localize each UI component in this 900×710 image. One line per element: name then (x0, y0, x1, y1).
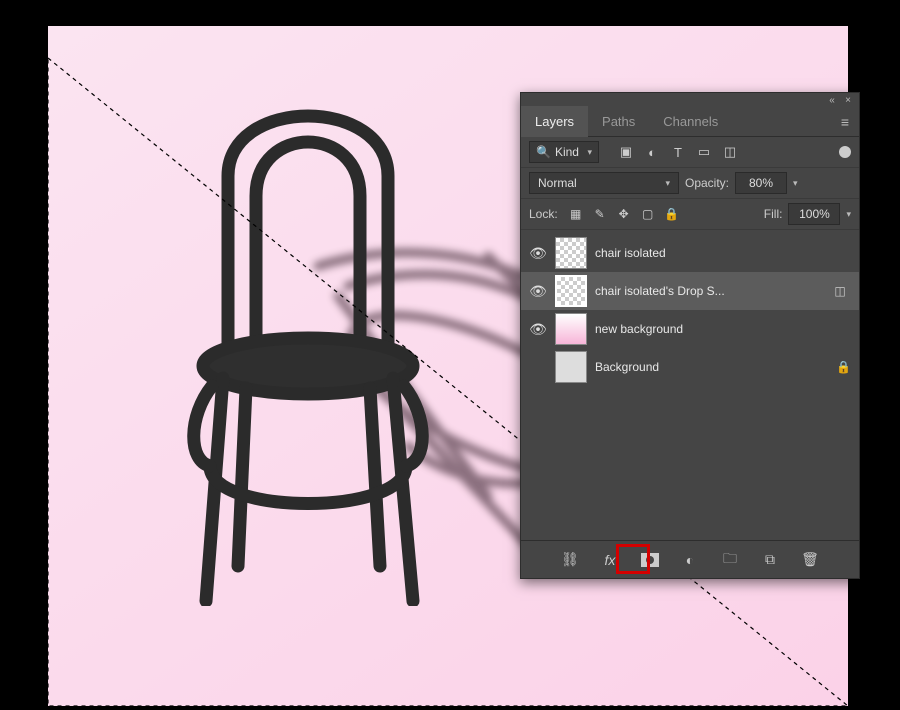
layer-row[interactable]: 👁 Background 🔒 (521, 348, 859, 386)
tutorial-highlight (616, 544, 650, 574)
layer-name[interactable]: chair isolated (595, 246, 851, 260)
lock-row: Lock: ▦ ✎ ✥ ▢ 🔒 Fill: 100% ▾ (521, 199, 859, 230)
collapse-icon[interactable]: « (827, 95, 837, 105)
chevron-down-icon: ▾ (665, 178, 670, 189)
visibility-toggle-icon[interactable]: 👁 (529, 321, 547, 338)
fill-value-box[interactable]: 100% (788, 203, 840, 225)
layer-row[interactable]: 👁 chair isolated (521, 234, 859, 272)
lock-artboard-icon[interactable]: ▢ (640, 206, 656, 222)
layer-thumbnail[interactable] (555, 237, 587, 269)
delete-layer-icon[interactable]: 🗑 (799, 549, 821, 571)
layer-name[interactable]: Background (595, 360, 828, 374)
visibility-toggle-icon[interactable]: 👁 (529, 283, 547, 300)
chevron-down-icon: ▾ (587, 147, 592, 158)
blend-mode-row: Normal ▾ Opacity: 80% ▾ (521, 168, 859, 199)
blend-mode-value: Normal (538, 176, 577, 190)
opacity-value-box[interactable]: 80% (735, 172, 787, 194)
filter-adjustment-icon[interactable]: ◐ (643, 143, 661, 161)
layer-name[interactable]: chair isolated's Drop S... (595, 284, 821, 298)
layer-filter-row: 🔍 Kind ▾ ▣ ◐ T ▭ ◫ (521, 137, 859, 168)
tab-paths[interactable]: Paths (588, 106, 649, 137)
lock-all-icon[interactable]: 🔒 (664, 206, 680, 222)
visibility-toggle-icon[interactable]: 👁 (529, 245, 547, 262)
filter-shape-icon[interactable]: ▭ (695, 143, 713, 161)
layer-thumbnail[interactable] (555, 275, 587, 307)
lock-position-icon[interactable]: ✥ (616, 206, 632, 222)
filter-image-icon[interactable]: ▣ (617, 143, 635, 161)
smart-object-badge-icon: ◫ (829, 284, 851, 298)
layer-list: 👁 chair isolated 👁 chair isolated's Drop… (521, 230, 859, 390)
filter-type-icon[interactable]: T (669, 143, 687, 161)
filter-kind-label: Kind (555, 145, 579, 159)
tab-channels[interactable]: Channels (649, 106, 732, 137)
chevron-down-icon[interactable]: ▾ (846, 209, 851, 220)
filter-smart-icon[interactable]: ◫ (721, 143, 739, 161)
tab-layers[interactable]: Layers (521, 106, 588, 137)
chevron-down-icon[interactable]: ▾ (793, 178, 798, 189)
panel-topbar: « × (521, 93, 859, 107)
filter-toggle-icon[interactable] (839, 146, 851, 158)
layers-panel: « × Layers Paths Channels ≡ 🔍 Kind ▾ ▣ ◐… (520, 92, 860, 579)
panel-tabs: Layers Paths Channels ≡ (521, 107, 859, 137)
panel-footer: ⛓ fx ◐ 🗀 ⧉ 🗑 (521, 540, 859, 578)
search-icon: 🔍 (536, 145, 551, 159)
visibility-toggle-icon[interactable]: 👁 (529, 359, 547, 376)
layer-thumbnail[interactable] (555, 351, 587, 383)
filter-kind-select[interactable]: 🔍 Kind ▾ (529, 141, 599, 163)
lock-icon: 🔒 (836, 360, 851, 374)
new-adjustment-icon[interactable]: ◐ (679, 549, 701, 571)
fill-label: Fill: (764, 207, 783, 221)
close-icon[interactable]: × (843, 95, 853, 105)
link-layers-icon[interactable]: ⛓ (559, 549, 581, 571)
lock-transparency-icon[interactable]: ▦ (568, 206, 584, 222)
opacity-label: Opacity: (685, 176, 729, 190)
layer-row[interactable]: 👁 new background (521, 310, 859, 348)
panel-menu-icon[interactable]: ≡ (831, 106, 859, 138)
layer-thumbnail[interactable] (555, 313, 587, 345)
new-group-icon[interactable]: 🗀 (719, 549, 741, 571)
lock-pixels-icon[interactable]: ✎ (592, 206, 608, 222)
blend-mode-select[interactable]: Normal ▾ (529, 172, 679, 194)
lock-label: Lock: (529, 207, 558, 221)
layer-row[interactable]: 👁 chair isolated's Drop S... ◫ (521, 272, 859, 310)
new-layer-icon[interactable]: ⧉ (759, 549, 781, 571)
layer-name[interactable]: new background (595, 322, 851, 336)
chair-object (168, 66, 448, 606)
